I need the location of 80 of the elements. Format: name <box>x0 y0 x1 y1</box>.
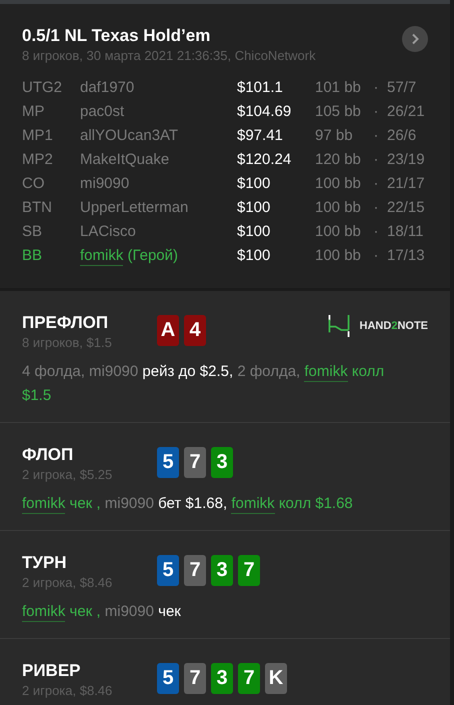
logo-text: HAND2NOTE <box>360 320 428 332</box>
playing-card: 7 <box>184 663 206 694</box>
big-blinds: 100 bb <box>315 222 362 242</box>
big-blinds: 100 bb <box>315 174 362 194</box>
player-name: allYOUcan3AT <box>80 127 178 144</box>
player-stats: 26/6 <box>387 126 418 146</box>
separator-dot: · <box>372 102 380 122</box>
player-name: mi9090 <box>80 175 130 192</box>
chevron-icon <box>410 33 420 45</box>
street-title: ТУРН <box>22 553 68 573</box>
hand-title: 0.5/1 NL Texas Hold’em <box>22 26 212 46</box>
position-label: MP <box>22 102 46 122</box>
action-line: 4 фолда, mi9090 рейз до $2.5, 2 фолда, fomikk колл $1.5 <box>22 362 386 406</box>
stack-amount: $104.69 <box>237 102 292 122</box>
separator-dot: · <box>372 78 380 98</box>
separator-dot: · <box>372 198 380 218</box>
playing-card: 4 <box>184 315 206 346</box>
stack-amount: $97.41 <box>237 126 284 146</box>
player-stats: 18/11 <box>387 222 424 242</box>
stack-amount: $100 <box>237 174 272 194</box>
position-label: CO <box>22 174 46 194</box>
stack-amount: $101.1 <box>237 78 284 98</box>
big-blinds: 101 bb <box>315 78 362 98</box>
playing-card: 5 <box>157 447 179 478</box>
hand-subtitle: 8 игроков, 30 марта 2021 21:36:35, ChicoNetwork <box>22 48 316 63</box>
player-link[interactable]: fomikk <box>80 247 124 266</box>
separator-dot: · <box>372 222 380 242</box>
player-name: daf1970 <box>80 79 134 96</box>
player-name: LACisco <box>80 223 136 240</box>
playing-card: 5 <box>157 663 179 694</box>
action-line: fomikk чек , mi9090 бет $1.68, fomikk колл $1.68 <box>22 494 354 516</box>
player-link[interactable]: fomikk <box>304 363 348 382</box>
player-name: UpperLetterman <box>80 199 188 216</box>
big-blinds: 105 bb <box>315 102 362 122</box>
position-label: MP2 <box>22 150 54 170</box>
street-title: ПРЕФЛОП <box>22 313 110 333</box>
action-line: fomikk чек , mi9090 чек <box>22 602 182 624</box>
separator-dot: · <box>372 150 380 170</box>
position-label: MP1 <box>22 126 54 146</box>
playing-card: 3 <box>211 447 233 478</box>
big-blinds: 100 bb <box>315 246 362 266</box>
big-blinds: 97 bb <box>315 126 354 146</box>
separator-dot: · <box>372 174 380 194</box>
logo-icon <box>328 315 350 337</box>
position-label: UTG2 <box>22 78 64 98</box>
street-title: ФЛОП <box>22 445 74 465</box>
hero-label: (Герой) <box>126 247 178 264</box>
stack-amount: $100 <box>237 198 272 218</box>
stack-amount: $120.24 <box>237 150 292 170</box>
player-stats: 23/19 <box>387 150 426 170</box>
player-link[interactable]: fomikk <box>22 603 66 622</box>
player-stats: 17/13 <box>387 246 426 266</box>
playing-card: 7 <box>238 555 260 586</box>
player-name: pac0st <box>80 103 124 120</box>
playing-card: 3 <box>211 555 233 586</box>
playing-card: 7 <box>184 447 206 478</box>
player-name: MakeItQuake <box>80 151 170 168</box>
player-stats: 26/21 <box>387 102 426 122</box>
playing-card: 3 <box>211 663 233 694</box>
player-link[interactable]: fomikk <box>22 495 66 514</box>
playing-card: K <box>265 663 287 694</box>
stack-amount: $100 <box>237 222 272 242</box>
playing-card: 5 <box>157 555 179 586</box>
player-stats: 22/15 <box>387 198 426 218</box>
separator-dot: · <box>372 246 380 266</box>
big-blinds: 100 bb <box>315 198 362 218</box>
position-label: SB <box>22 222 44 242</box>
player-stats: 21/17 <box>387 174 426 194</box>
position-label: BTN <box>22 198 53 218</box>
playing-card: A <box>157 315 179 346</box>
street-title: РИВЕР <box>22 661 82 681</box>
stack-amount: $100 <box>237 246 272 266</box>
separator-dot: · <box>372 126 380 146</box>
next-button[interactable] <box>402 26 428 52</box>
position-label: BB <box>22 246 44 266</box>
player-stats: 57/7 <box>387 78 418 98</box>
playing-card: 7 <box>184 555 206 586</box>
player-link[interactable]: fomikk <box>231 495 275 514</box>
big-blinds: 120 bb <box>315 150 362 170</box>
playing-card: 7 <box>238 663 260 694</box>
